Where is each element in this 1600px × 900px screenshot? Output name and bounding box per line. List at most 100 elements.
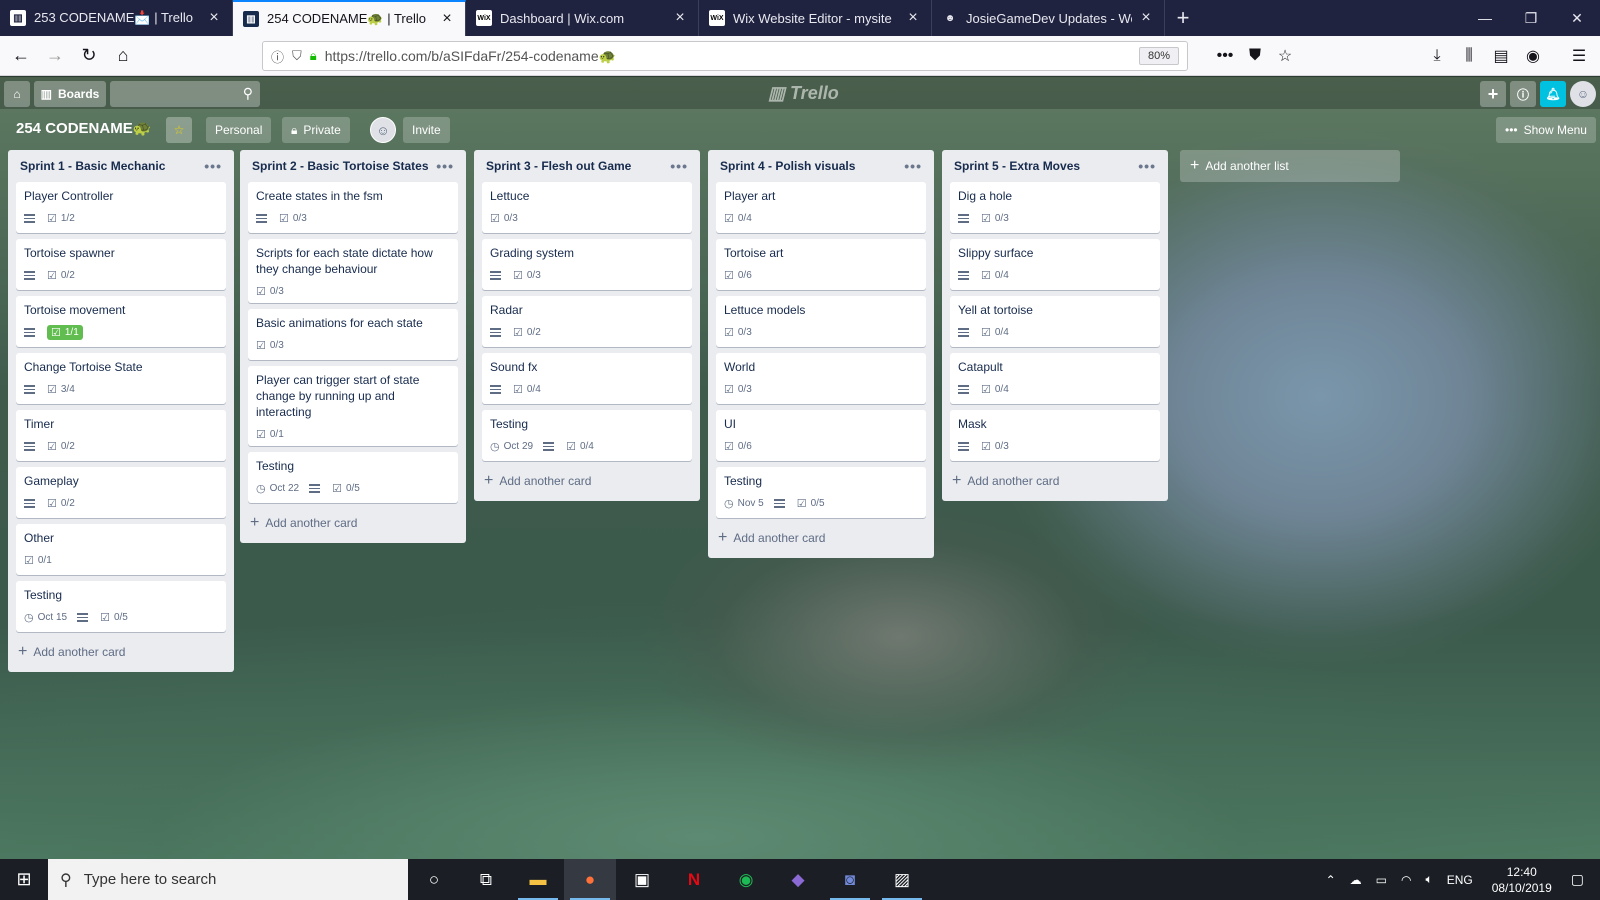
list-menu-icon[interactable]: ••• (1138, 158, 1156, 174)
trello-card[interactable]: Testing ◷ Oct 15 ☑ 0/5 (16, 581, 226, 632)
discord-icon[interactable]: ◙ (824, 859, 876, 900)
trello-card[interactable]: Tortoise art ☑ 0/6 (716, 239, 926, 290)
member-avatar[interactable]: ☺ (370, 117, 396, 143)
url-bar[interactable]: ⓘ ⛉ 🔒︎ https://trello.com/b/aSIFdaFr/254… (262, 41, 1188, 71)
add-card-button[interactable]: + Add another card (16, 638, 226, 666)
trello-card[interactable]: Lettuce models ☑ 0/3 (716, 296, 926, 347)
task-view-icon[interactable]: ⧉ (460, 859, 512, 900)
language-indicator[interactable]: ENG (1447, 873, 1473, 887)
add-list-button[interactable]: + Add another list (1180, 150, 1400, 182)
wifi-icon[interactable]: ◠ (1401, 873, 1411, 887)
add-card-button[interactable]: + Add another card (482, 467, 692, 495)
hamburger-menu-icon[interactable]: ☰ (1564, 36, 1594, 76)
reload-icon[interactable]: ↻ (72, 39, 106, 73)
trello-card[interactable]: Testing ◷ Nov 5 ☑ 0/5 (716, 467, 926, 518)
trello-card[interactable]: Grading system ☑ 0/3 (482, 239, 692, 290)
trello-card[interactable]: Catapult ☑ 0/4 (950, 353, 1160, 404)
zoom-level[interactable]: 80% (1139, 47, 1179, 65)
shield-icon[interactable]: ⛉ (292, 48, 302, 64)
browser-tab-254-codename[interactable]: ▥ 254 CODENAME🐢 | Trello × (233, 0, 466, 36)
due-date-badge[interactable]: ◷ Oct 22 (256, 482, 299, 495)
close-icon[interactable]: × (672, 9, 688, 27)
trello-card[interactable]: Mask ☑ 0/3 (950, 410, 1160, 461)
store-icon[interactable]: ▣ (616, 859, 668, 900)
trello-card[interactable]: Sound fx ☑ 0/4 (482, 353, 692, 404)
list-title[interactable]: Sprint 1 - Basic Mechanic (20, 159, 165, 173)
trello-card[interactable]: World ☑ 0/3 (716, 353, 926, 404)
file-explorer-icon[interactable]: ▬ (512, 859, 564, 900)
list-header[interactable]: Sprint 4 - Polish visuals ••• (716, 150, 926, 182)
trello-card[interactable]: UI ☑ 0/6 (716, 410, 926, 461)
visual-studio-icon[interactable]: ◆ (772, 859, 824, 900)
search-input[interactable]: ⚲ (110, 81, 260, 107)
boards-button[interactable]: ▥ Boards (34, 81, 106, 107)
firefox-icon[interactable]: ● (564, 859, 616, 900)
avatar[interactable]: ☺ (1570, 81, 1596, 107)
info-icon[interactable]: ⓘ (1510, 81, 1536, 107)
forward-arrow-icon[interactable]: → (38, 39, 72, 73)
trello-card[interactable]: Testing ◷ Oct 29 ☑ 0/4 (482, 410, 692, 461)
list-title[interactable]: Sprint 5 - Extra Moves (954, 159, 1080, 173)
list-menu-icon[interactable]: ••• (670, 158, 688, 174)
list-title[interactable]: Sprint 4 - Polish visuals (720, 159, 855, 173)
netflix-icon[interactable]: N (668, 859, 720, 900)
trello-card[interactable]: Scripts for each state dictate how they … (248, 239, 458, 303)
list-title[interactable]: Sprint 2 - Basic Tortoise States (252, 159, 429, 173)
battery-icon[interactable]: ▭ (1376, 873, 1387, 887)
trello-list[interactable]: Sprint 4 - Polish visuals ••• Player art ☑ 0… (708, 150, 934, 558)
trello-card[interactable]: Create states in the fsm ☑ 0/3 (248, 182, 458, 233)
list-menu-icon[interactable]: ••• (436, 158, 454, 174)
trello-card[interactable]: Change Tortoise State ☑ 3/4 (16, 353, 226, 404)
trello-list[interactable]: Sprint 1 - Basic Mechanic ••• Player Contr… (8, 150, 234, 672)
due-date-badge[interactable]: ◷ Oct 29 (490, 440, 533, 453)
home-icon[interactable]: ⌂ (106, 39, 140, 73)
photos-icon[interactable]: ▨ (876, 859, 928, 900)
board-title[interactable]: 254 CODENAME🐢 (16, 119, 151, 137)
notification-center-icon[interactable]: ▢ (1571, 871, 1584, 888)
back-arrow-icon[interactable]: ← (4, 39, 38, 73)
browser-tab-wix-editor[interactable]: WiX Wix Website Editor - mysite × (699, 0, 932, 36)
chevron-up-icon[interactable]: ⌃ (1326, 873, 1336, 887)
url-text[interactable]: https://trello.com/b/aSIFdaFr/254-codena… (325, 48, 1187, 65)
trello-card[interactable]: Testing ◷ Oct 22 ☑ 0/5 (248, 452, 458, 503)
list-title[interactable]: Sprint 3 - Flesh out Game (486, 159, 631, 173)
spotify-icon[interactable]: ◉ (720, 859, 772, 900)
list-header[interactable]: Sprint 5 - Extra Moves ••• (950, 150, 1160, 182)
trello-card[interactable]: Gameplay ☑ 0/2 (16, 467, 226, 518)
close-icon[interactable]: × (206, 9, 222, 27)
trello-card[interactable]: Slippy surface ☑ 0/4 (950, 239, 1160, 290)
account-icon[interactable]: ◉ (1518, 36, 1548, 76)
browser-tab-wix-dashboard[interactable]: WiX Dashboard | Wix.com × (466, 0, 699, 36)
taskbar-search-input[interactable]: ⚲ Type here to search (48, 859, 408, 900)
browser-tab-253-codename[interactable]: ▥ 253 CODENAME📩 | Trello × (0, 0, 233, 36)
trello-card[interactable]: Other ☑ 0/1 (16, 524, 226, 575)
close-icon[interactable]: × (1138, 9, 1154, 27)
trello-card[interactable]: Tortoise movement ☑ 1/1 (16, 296, 226, 347)
volume-icon[interactable]: 🔈︎ (1425, 872, 1432, 887)
list-header[interactable]: Sprint 3 - Flesh out Game ••• (482, 150, 692, 182)
windows-start-icon[interactable]: ⊞ (0, 859, 48, 900)
trello-card[interactable]: Yell at tortoise ☑ 0/4 (950, 296, 1160, 347)
close-icon[interactable]: × (905, 9, 921, 27)
trello-list[interactable]: Sprint 3 - Flesh out Game ••• Lettuce ☑ 0/3 G… (474, 150, 700, 501)
close-icon[interactable]: × (439, 10, 455, 28)
bookmark-star-icon[interactable]: ☆ (1270, 36, 1300, 76)
trello-card[interactable]: Basic animations for each state ☑ 0/3 (248, 309, 458, 360)
browser-tab-josiegamedev[interactable]: ☻ JosieGameDev Updates - Week × (932, 0, 1165, 36)
list-header[interactable]: Sprint 2 - Basic Tortoise States ••• (248, 150, 458, 182)
trello-card[interactable]: Dig a hole ☑ 0/3 (950, 182, 1160, 233)
minimize-icon[interactable]: — (1462, 0, 1508, 36)
new-tab-plus-icon[interactable]: + (1165, 0, 1201, 36)
due-date-badge[interactable]: ◷ Nov 5 (724, 497, 764, 510)
home-icon[interactable]: ⌂ (4, 81, 30, 107)
list-menu-icon[interactable]: ••• (904, 158, 922, 174)
window-close-icon[interactable]: ✕ (1554, 0, 1600, 36)
info-icon[interactable]: ⓘ (271, 47, 284, 66)
pocket-icon[interactable]: ⛊ (1240, 36, 1270, 76)
create-plus-icon[interactable]: + (1480, 81, 1506, 107)
add-card-button[interactable]: + Add another card (716, 524, 926, 552)
onedrive-cloud-icon[interactable]: ☁ (1350, 873, 1362, 887)
sidebar-icon[interactable]: ▤ (1486, 36, 1516, 76)
download-icon[interactable]: ⤓ (1422, 36, 1452, 76)
show-menu-button[interactable]: ••• Show Menu (1496, 117, 1596, 143)
